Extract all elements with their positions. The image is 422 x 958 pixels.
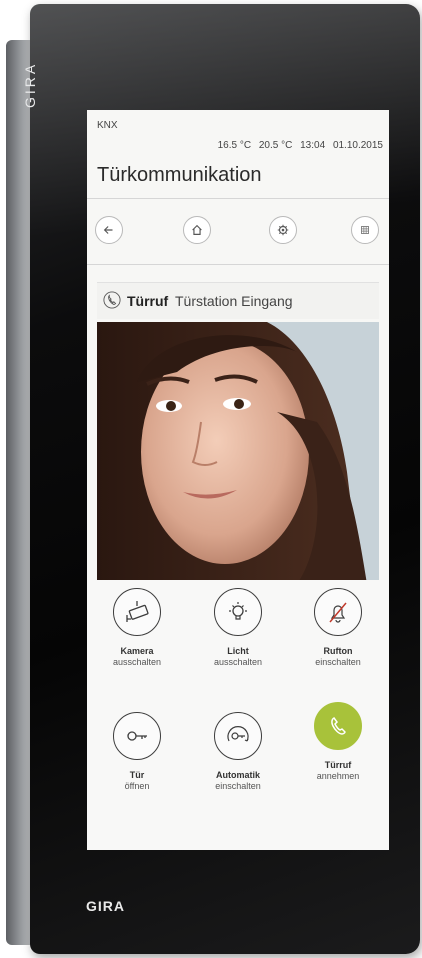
ringtone-toggle[interactable]: Rufton einschalten: [293, 588, 383, 668]
camera-icon: [126, 601, 149, 622]
door-label: Tür: [129, 770, 145, 780]
navigation-bar: [87, 212, 389, 252]
incoming-call-bar: Türruf Türstation Eingang: [97, 282, 379, 319]
door-sublabel: öffnen: [124, 781, 150, 791]
grid-icon: [361, 226, 369, 234]
bell-muted-icon: [329, 602, 347, 623]
accept-call-label: Türruf: [324, 760, 352, 770]
phone-accept-icon: [331, 717, 346, 735]
home-button[interactable]: [183, 216, 211, 244]
camera-sublabel: ausschalten: [112, 657, 162, 667]
ringtone-label: Rufton: [323, 646, 353, 656]
key-icon: [127, 731, 147, 741]
automatic-label: Automatik: [215, 770, 260, 780]
status-bar: KNX 16.5 °C 20.5 °C 13:04 01.10.2015: [87, 110, 389, 151]
automatic-toggle-button[interactable]: [214, 712, 262, 760]
light-sublabel: ausschalten: [213, 657, 263, 667]
outdoor-temp: 16.5 °C: [217, 140, 252, 151]
date: 01.10.2015: [332, 140, 383, 151]
automatic-key-icon: [227, 726, 249, 742]
ringtone-toggle-button[interactable]: [314, 588, 362, 636]
nav-divider: [87, 264, 389, 265]
settings-button[interactable]: [269, 216, 297, 244]
automatic-sublabel: einschalten: [215, 781, 261, 791]
camera-label: Kamera: [120, 646, 154, 656]
control-panel: Kamera ausschalten Licht ausschalten Ruf…: [87, 580, 389, 850]
automatic-toggle[interactable]: Automatik einschalten: [193, 712, 283, 792]
grid-button[interactable]: [351, 216, 379, 244]
light-toggle-button[interactable]: [214, 588, 262, 636]
home-icon: [192, 224, 202, 235]
back-arrow-icon: [103, 226, 113, 234]
clock: 13:04: [300, 140, 326, 151]
light-toggle[interactable]: Licht ausschalten: [193, 588, 283, 668]
settings-gear-icon: [277, 224, 289, 236]
door-camera-feed: [97, 322, 379, 584]
bus-label: KNX: [97, 120, 118, 131]
accept-call[interactable]: Türruf annehmen: [293, 702, 383, 782]
accept-call-button[interactable]: [314, 702, 362, 750]
bottom-brand-logo: GIRA: [86, 898, 125, 914]
side-brand-logo: GIRA: [22, 61, 38, 109]
camera-portrait-image: [97, 322, 379, 584]
page-title: Türkommunikation: [97, 164, 262, 186]
door-open[interactable]: Tür öffnen: [92, 712, 182, 792]
indoor-temp: 20.5 °C: [258, 140, 293, 151]
touch-screen: KNX 16.5 °C 20.5 °C 13:04 01.10.2015 Tür…: [87, 110, 389, 850]
status-values: 16.5 °C 20.5 °C 13:04 01.10.2015: [213, 140, 383, 151]
light-bulb-icon: [229, 602, 247, 620]
ringtone-sublabel: einschalten: [315, 657, 361, 667]
call-source: Türstation Eingang: [175, 293, 293, 309]
call-title: Türruf: [127, 293, 169, 309]
phone-handset-icon: [103, 291, 121, 309]
camera-toggle-button[interactable]: [113, 588, 161, 636]
back-button[interactable]: [95, 216, 123, 244]
door-open-button[interactable]: [113, 712, 161, 760]
camera-toggle[interactable]: Kamera ausschalten: [92, 588, 182, 668]
title-divider: [87, 198, 389, 199]
light-label: Licht: [227, 646, 249, 656]
accept-call-sublabel: annehmen: [316, 771, 360, 781]
